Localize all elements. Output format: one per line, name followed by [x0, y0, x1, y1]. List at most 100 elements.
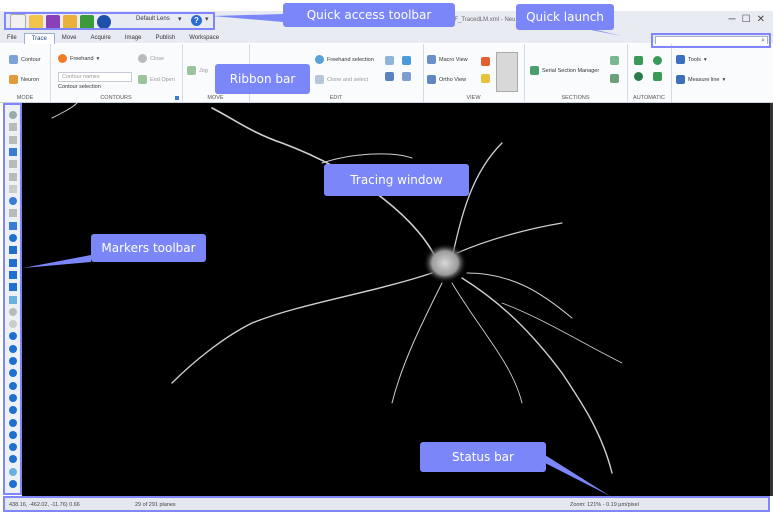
dialog-launcher-icon[interactable]	[175, 96, 179, 100]
pencil-icon[interactable]	[653, 72, 662, 81]
status-coordinates: 438.16, -462.02, -11.76) 0.66	[9, 502, 80, 508]
marker-button-icon[interactable]	[9, 344, 17, 353]
marker-button-icon[interactable]	[9, 307, 17, 316]
close-button[interactable]: ✕	[757, 14, 765, 25]
ribbon-bar: Contour Neuron MODE Freehand ▾ Contour na…	[0, 44, 773, 103]
ribbon-group-view: Macro View Ortho View VIEW	[423, 44, 525, 102]
marker-button-icon[interactable]	[9, 258, 17, 267]
ribbon-group-automatic: AUTOMATIC	[627, 44, 672, 102]
tab-trace[interactable]: Trace	[23, 33, 55, 44]
callout-tracing-window: Tracing window	[324, 164, 469, 196]
mode-neuron-button[interactable]: Neuron	[9, 75, 39, 84]
tracing-window[interactable]	[22, 103, 770, 496]
close-contour-button[interactable]: Close	[138, 54, 164, 63]
marker-button-icon[interactable]	[9, 221, 17, 230]
chevron-down-icon: ▾	[722, 76, 726, 83]
star-icon[interactable]	[634, 72, 643, 81]
contour-icon	[9, 55, 18, 64]
marker-button-icon[interactable]	[9, 480, 17, 488]
select-icon[interactable]	[402, 56, 411, 65]
tab-file[interactable]: File	[0, 33, 24, 43]
marker-button-icon[interactable]	[9, 270, 17, 279]
window-controls: ─ ☐ ✕	[729, 14, 765, 25]
marker-button-icon[interactable]	[9, 209, 17, 218]
freehand-selection-icon	[315, 55, 324, 64]
marker-button-icon[interactable]	[9, 197, 17, 206]
callout-quick-access: Quick access toolbar	[283, 3, 455, 27]
marker-button-icon[interactable]	[9, 467, 17, 476]
measure-line-dropdown[interactable]: Measure line ▾	[676, 75, 725, 84]
marker-button-icon[interactable]	[9, 430, 17, 439]
end-open-button[interactable]: End Open	[138, 75, 175, 84]
callout-markers: Markers toolbar	[91, 234, 206, 262]
marker-button-icon[interactable]	[9, 111, 17, 119]
clone-select-button[interactable]: Clone and select	[315, 75, 368, 84]
redo-icon[interactable]	[385, 72, 394, 81]
marker-button-icon[interactable]	[9, 369, 17, 378]
tab-move[interactable]: Move	[55, 33, 84, 43]
freehand-dropdown[interactable]: Freehand ▾	[58, 54, 99, 63]
section-grid-icon[interactable]	[610, 74, 619, 83]
marker-button-icon[interactable]	[9, 172, 17, 181]
marker-button-icon[interactable]	[9, 246, 17, 255]
group-label: VIEW	[466, 95, 481, 101]
ribbon-group-mode: Contour Neuron MODE	[0, 44, 51, 102]
group-label: AUTOMATIC	[633, 95, 665, 101]
close-contour-icon	[138, 54, 147, 63]
jog-button[interactable]: Jog	[187, 66, 208, 75]
status-zoom: Zoom: 121% - 0.19 µm/pixel	[570, 502, 639, 508]
marker-button-icon[interactable]	[9, 320, 17, 329]
marker-button-icon[interactable]	[9, 234, 17, 242]
image-display-button[interactable]	[496, 52, 518, 92]
marker-button-icon[interactable]	[9, 295, 17, 304]
triangle-icon[interactable]	[634, 56, 643, 65]
marker-button-icon[interactable]	[9, 443, 17, 452]
freehand-selection-button[interactable]: Freehand selection	[315, 55, 374, 64]
transform-icon[interactable]	[402, 72, 411, 81]
marker-button-icon[interactable]	[9, 135, 17, 144]
mode-contour-button[interactable]: Contour	[9, 55, 41, 64]
marker-button-icon[interactable]	[9, 123, 17, 132]
marker-button-icon[interactable]	[9, 184, 17, 193]
marker-button-icon[interactable]	[9, 393, 17, 402]
quick-launch-highlight	[651, 33, 771, 48]
serial-section-manager-button[interactable]: Serial Section Manager	[530, 66, 599, 75]
callout-ribbon: Ribbon bar	[215, 64, 310, 94]
group-label: CONTOURS	[100, 95, 132, 101]
marker-button-icon[interactable]	[9, 147, 17, 156]
neuron-icon	[9, 75, 18, 84]
jog-icon	[187, 66, 196, 75]
marker-button-icon[interactable]	[9, 455, 17, 464]
marker-button-icon[interactable]	[9, 332, 17, 341]
marker-button-icon[interactable]	[9, 406, 17, 415]
group-label: MODE	[16, 95, 34, 101]
tab-workspace[interactable]: Workspace	[182, 33, 226, 43]
callout-status-bar: Status bar	[420, 442, 546, 472]
tab-image[interactable]: Image	[118, 33, 149, 43]
undo-icon[interactable]	[385, 56, 394, 65]
marker-button-icon[interactable]	[9, 283, 17, 292]
tools-dropdown[interactable]: Tools ▾	[676, 55, 707, 64]
display-icon[interactable]	[481, 57, 490, 66]
macro-view-button[interactable]: Macro View	[427, 55, 468, 64]
tab-publish[interactable]: Publish	[149, 33, 183, 43]
section-add-icon[interactable]	[610, 56, 619, 65]
maximize-button[interactable]: ☐	[742, 14, 751, 25]
marker-button-icon[interactable]	[9, 381, 17, 390]
ortho-view-icon	[427, 75, 436, 84]
group-label: SECTIONS	[561, 95, 590, 101]
markers-toolbar	[3, 103, 22, 495]
neuron-image	[51, 103, 623, 474]
marker-button-icon[interactable]	[9, 160, 17, 169]
ribbon-group-tools: Tools ▾ Measure line ▾	[671, 44, 773, 102]
marker-button-icon[interactable]	[9, 418, 17, 427]
ortho-view-button[interactable]: Ortho View	[427, 75, 466, 84]
refresh-icon[interactable]	[653, 56, 662, 65]
marker-button-icon[interactable]	[9, 357, 17, 365]
group-label: EDIT	[329, 95, 343, 101]
contour-names-combo[interactable]: Contour names	[58, 72, 132, 82]
tab-acquire[interactable]: Acquire	[83, 33, 117, 43]
minimize-button[interactable]: ─	[729, 14, 736, 25]
lighting-icon[interactable]	[481, 74, 490, 83]
clone-icon	[315, 75, 324, 84]
